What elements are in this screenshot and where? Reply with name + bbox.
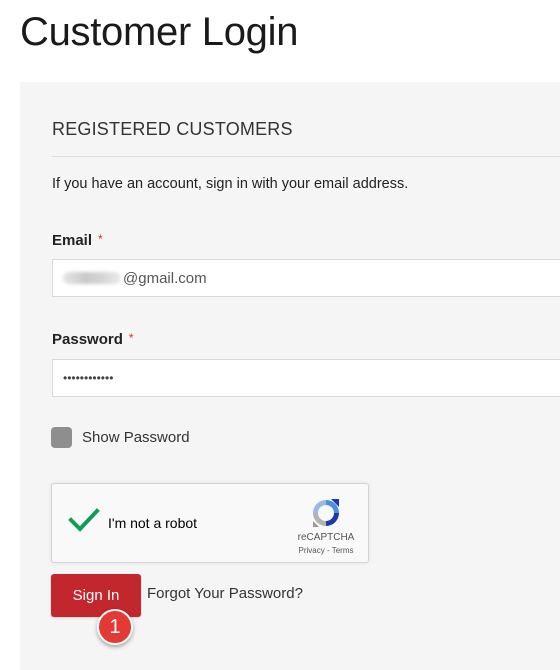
show-password-row[interactable]: Show Password: [51, 427, 190, 448]
recaptcha-links[interactable]: Privacy - Terms: [290, 546, 362, 555]
email-label: Email *: [52, 232, 103, 249]
password-label: Password *: [52, 331, 134, 348]
redacted-text: [63, 272, 121, 284]
checkmark-icon[interactable]: [68, 506, 100, 534]
required-mark: *: [98, 232, 103, 246]
section-title: REGISTERED CUSTOMERS: [52, 119, 293, 139]
show-password-label[interactable]: Show Password: [82, 429, 190, 446]
forgot-password-link[interactable]: Forgot Your Password?: [147, 585, 303, 602]
password-label-text: Password: [52, 331, 123, 348]
recaptcha-brand: reCAPTCHA: [297, 532, 355, 543]
required-mark: *: [128, 331, 134, 345]
show-password-checkbox[interactable]: [51, 427, 72, 448]
page-title: Customer Login: [20, 10, 299, 54]
divider: [52, 156, 560, 157]
intro-text: If you have an account, sign in with you…: [52, 176, 409, 192]
email-field[interactable]: @gmail.com: [52, 259, 560, 297]
recaptcha-widget[interactable]: I'm not a robot reCAPTCHA Privacy - Term…: [51, 483, 369, 563]
sign-in-button[interactable]: Sign In: [51, 574, 141, 617]
step-number-badge: 1: [97, 609, 133, 645]
login-panel: REGISTERED CUSTOMERS If you have an acco…: [20, 82, 560, 670]
email-value: @gmail.com: [123, 269, 207, 287]
recaptcha-logo-icon: [313, 499, 339, 527]
password-field[interactable]: ••••••••••••: [52, 359, 560, 397]
recaptcha-label: I'm not a robot: [108, 515, 198, 531]
email-label-text: Email: [52, 232, 93, 249]
password-value: ••••••••••••: [63, 371, 114, 385]
